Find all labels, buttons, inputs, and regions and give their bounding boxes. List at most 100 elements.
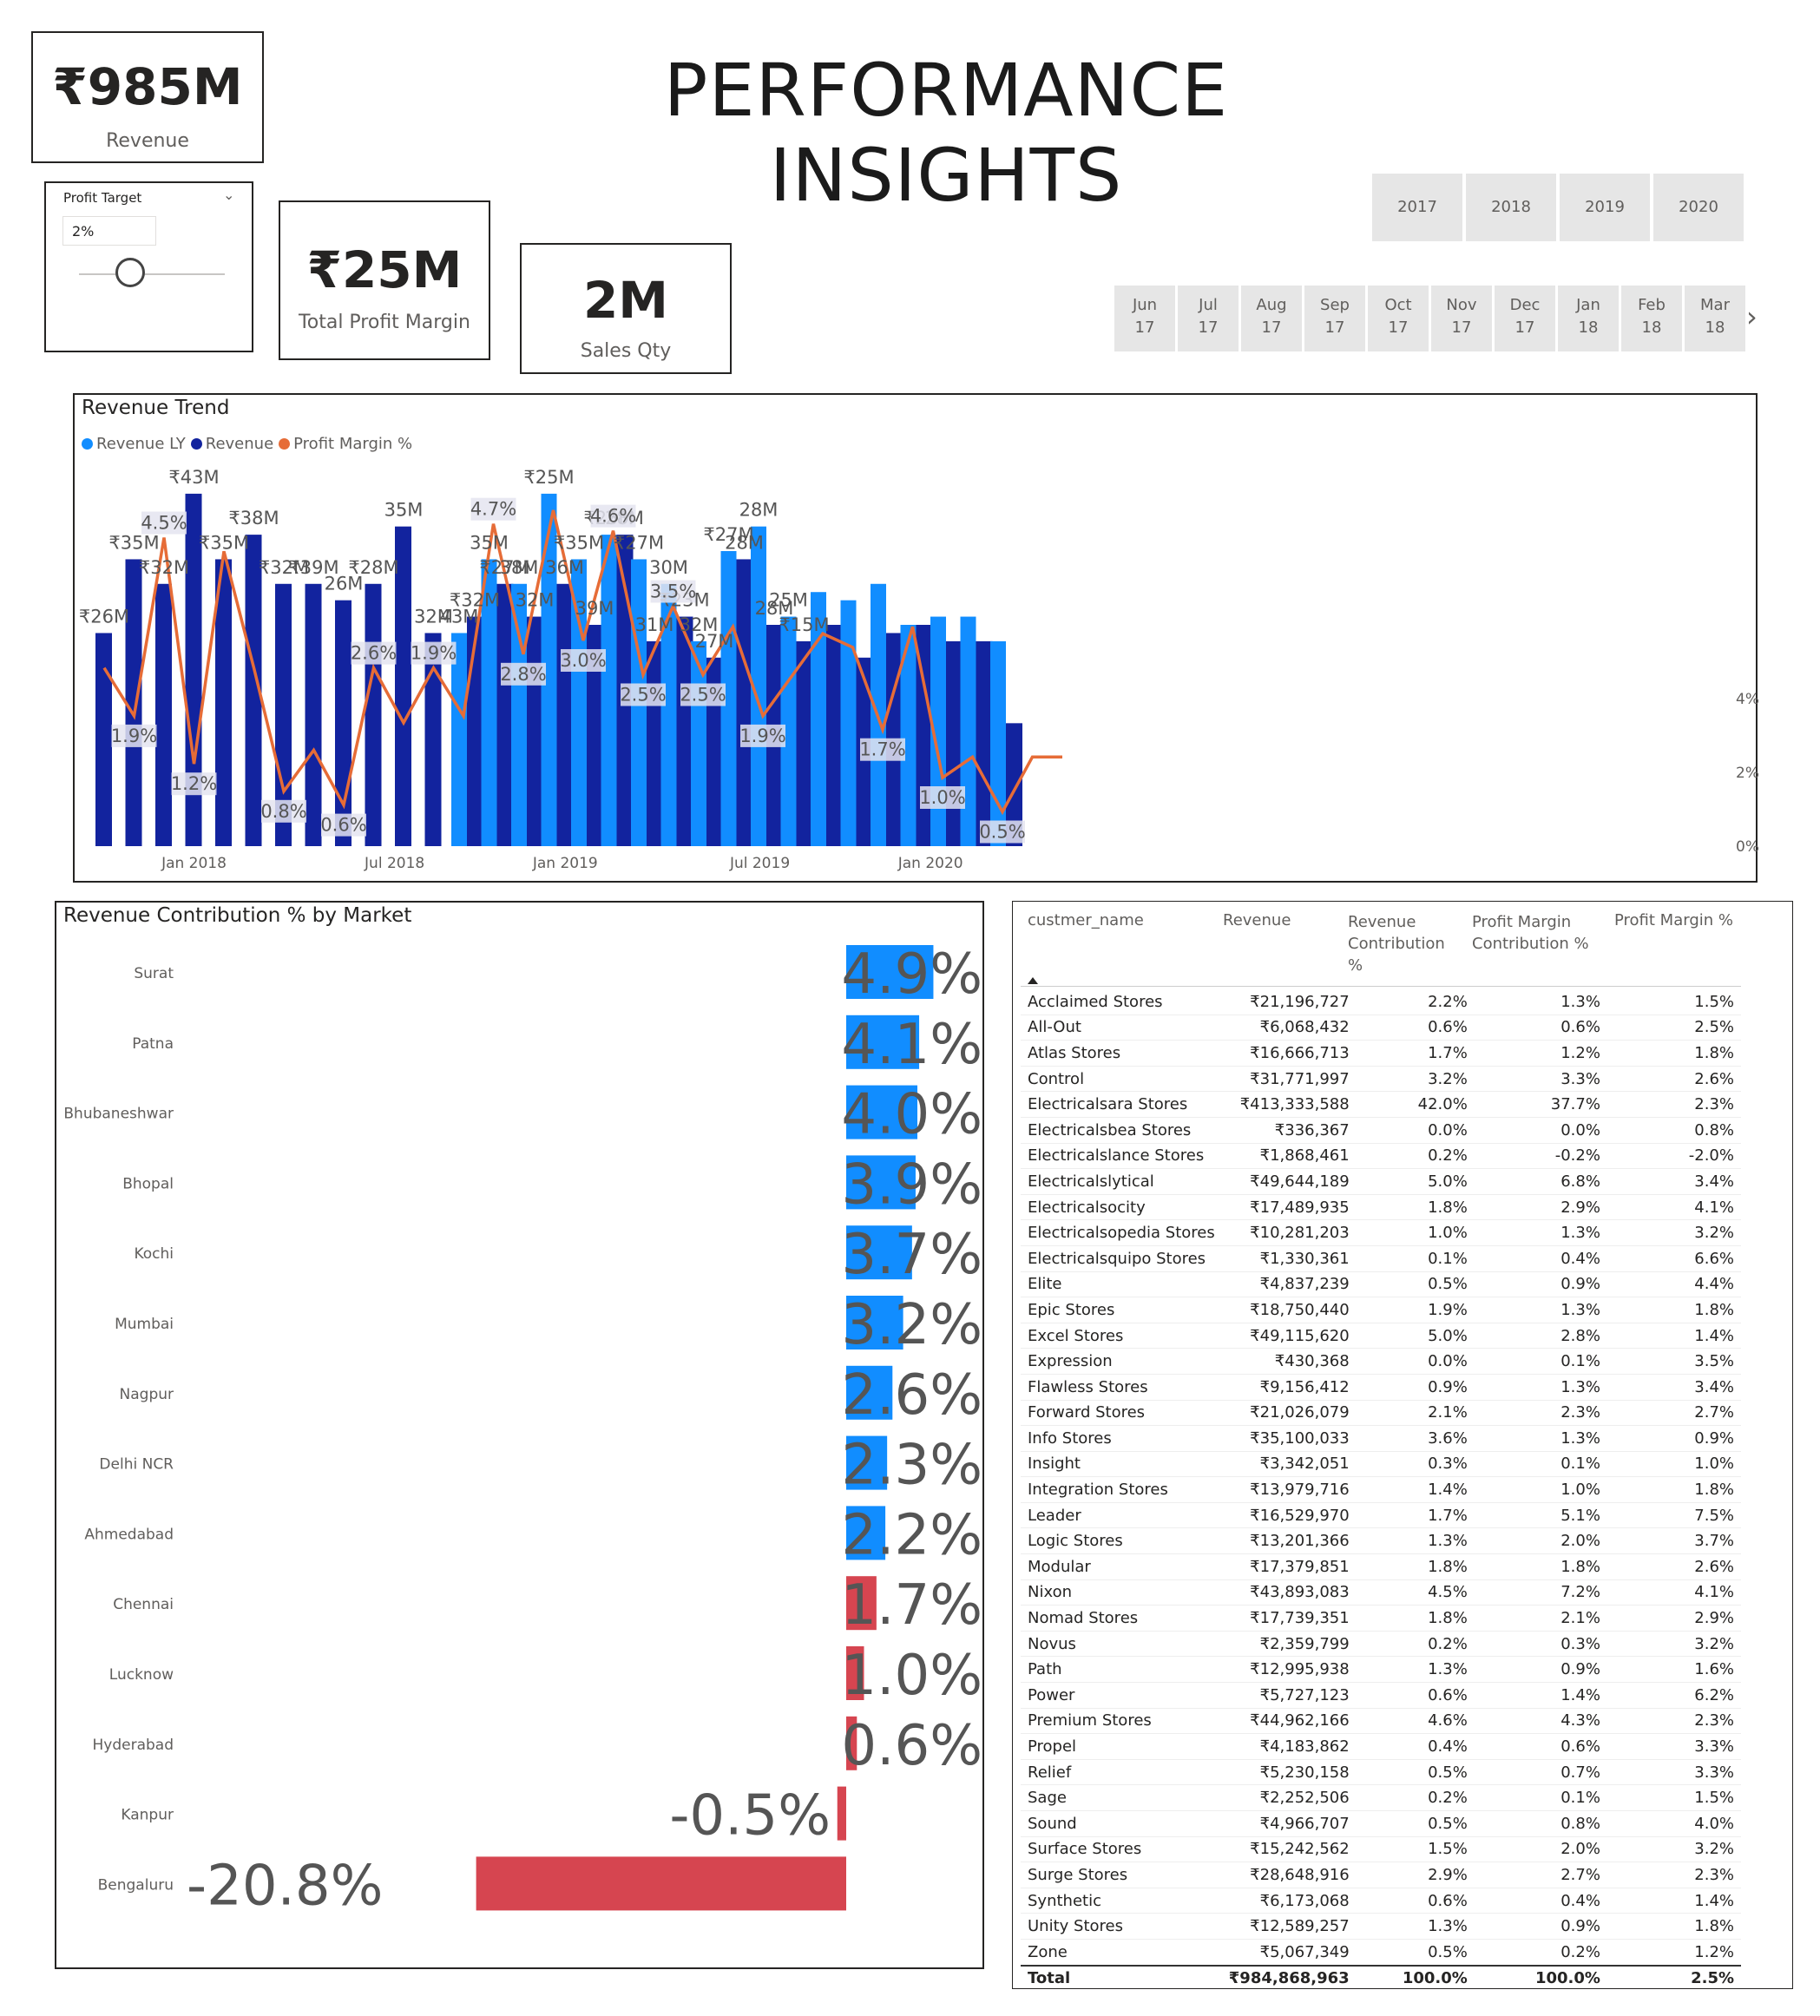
value-cell: ₹4,966,707 xyxy=(1221,1810,1357,1837)
revenue-bar[interactable] xyxy=(365,583,382,846)
market-label: Nagpur xyxy=(120,1386,174,1403)
header-customer[interactable]: custmer_name xyxy=(1028,911,1144,929)
table-row[interactable]: Forward Stores ₹21,026,079 2.1% 2.3% 2.7% xyxy=(1021,1400,1741,1427)
value-cell: 2.5% xyxy=(1606,1964,1741,1992)
revenue-ly-bar[interactable] xyxy=(960,616,976,846)
bar-data-label: ₹27M xyxy=(614,532,664,553)
table-row[interactable]: Unity Stores ₹12,589,257 1.3% 0.9% 1.8% xyxy=(1021,1913,1741,1940)
table-row[interactable]: Electricalsocity ₹17,489,935 1.8% 2.9% 4.1% xyxy=(1021,1194,1741,1221)
revenue-bar[interactable] xyxy=(125,559,142,846)
table-row[interactable]: Control ₹31,771,997 3.2% 3.3% 2.6% xyxy=(1021,1066,1741,1093)
table-row[interactable]: Electricalslytical ₹49,644,189 5.0% 6.8% 3.4… xyxy=(1021,1168,1741,1195)
table-row[interactable]: Zone ₹5,067,349 0.5% 0.2% 1.2% xyxy=(1021,1939,1741,1967)
table-row[interactable]: Atlas Stores ₹16,666,713 1.7% 1.2% 1.8% xyxy=(1021,1040,1741,1067)
revenue-bar[interactable] xyxy=(647,640,663,846)
table-row[interactable]: Leader ₹16,529,970 1.7% 5.1% 7.5% xyxy=(1021,1502,1741,1529)
revenue-bar[interactable] xyxy=(335,600,352,846)
customer-name-cell: Nomad Stores xyxy=(1021,1605,1222,1632)
revenue-bar[interactable] xyxy=(556,583,574,846)
bar-data-label: 31M xyxy=(635,614,674,635)
table-row[interactable]: Nomad Stores ₹17,739,351 1.8% 2.1% 2.9% xyxy=(1021,1605,1741,1632)
revenue-ly-bar[interactable] xyxy=(601,535,617,846)
table-row[interactable]: Propel ₹4,183,862 0.4% 0.6% 3.3% xyxy=(1021,1733,1741,1760)
value-cell: 0.1% xyxy=(1474,1348,1607,1375)
revenue-bar[interactable] xyxy=(424,633,442,846)
x-tick-label: Jan 2019 xyxy=(532,855,598,872)
table-row[interactable]: Sound ₹4,966,707 0.5% 0.8% 4.0% xyxy=(1021,1810,1741,1837)
value-cell: 6.8% xyxy=(1474,1168,1607,1195)
table-row[interactable]: Elite ₹4,837,239 0.5% 0.9% 4.4% xyxy=(1021,1271,1741,1298)
x-tick-label: Jan 2018 xyxy=(161,855,227,872)
table-row[interactable]: Epic Stores ₹18,750,440 1.9% 1.3% 1.8% xyxy=(1021,1297,1741,1323)
revenue-ly-bar[interactable] xyxy=(990,640,1006,846)
market-value-label: 2.6% xyxy=(841,1363,982,1428)
revenue-ly-bar[interactable] xyxy=(451,633,467,846)
y2-tick-label: 4% xyxy=(1736,691,1759,708)
table-row[interactable]: Expression ₹430,368 0.0% 0.1% 3.5% xyxy=(1021,1348,1741,1375)
revenue-ly-bar[interactable] xyxy=(511,583,527,846)
revenue-ly-bar[interactable] xyxy=(840,600,857,846)
header-revenue-contribution[interactable]: Revenue Contribution % xyxy=(1348,911,1461,976)
revenue-bar[interactable] xyxy=(527,616,543,846)
market-value-label: 1.0% xyxy=(841,1644,982,1708)
sort-asc-icon[interactable] xyxy=(1028,977,1038,984)
market-value-label: 3.2% xyxy=(841,1293,982,1357)
line-data-label: 0.6% xyxy=(320,815,366,836)
table-row[interactable]: Power ₹5,727,123 0.6% 1.4% 6.2% xyxy=(1021,1682,1741,1709)
table-row[interactable]: Modular ₹17,379,851 1.8% 1.8% 2.6% xyxy=(1021,1553,1741,1580)
value-cell: 1.4% xyxy=(1606,1888,1741,1914)
table-row[interactable]: All-Out ₹6,068,432 0.6% 0.6% 2.5% xyxy=(1021,1015,1741,1041)
table-row[interactable]: Info Stores ₹35,100,033 3.6% 1.3% 0.9% xyxy=(1021,1425,1741,1452)
revenue-bar[interactable] xyxy=(467,616,483,846)
table-row[interactable]: Electricalsquipo Stores ₹1,330,361 0.1% 0.4… xyxy=(1021,1245,1741,1272)
table-row[interactable]: Excel Stores ₹49,115,620 5.0% 2.8% 1.4% xyxy=(1021,1323,1741,1349)
market-label: Hyderabad xyxy=(93,1737,174,1754)
table-row[interactable]: Surface Stores ₹15,242,562 1.5% 2.0% 3.2% xyxy=(1021,1836,1741,1863)
customer-name-cell: Integration Stores xyxy=(1021,1476,1222,1503)
value-cell: 0.9% xyxy=(1474,1913,1607,1940)
table-row[interactable]: Premium Stores ₹44,962,166 4.6% 4.3% 2.3% xyxy=(1021,1708,1741,1735)
revenue-bar[interactable] xyxy=(676,616,693,846)
table-row[interactable]: Electricalslance Stores ₹1,868,461 0.2% -0.… xyxy=(1021,1143,1741,1170)
revenue-bar[interactable] xyxy=(946,640,963,846)
header-profit-contribution[interactable]: Profit Margin Contribution % xyxy=(1472,911,1602,955)
table-row[interactable]: Nixon ₹43,893,083 4.5% 7.2% 4.1% xyxy=(1021,1579,1741,1606)
table-row[interactable]: Synthetic ₹6,173,068 0.6% 0.4% 1.4% xyxy=(1021,1888,1741,1914)
value-cell: 1.8% xyxy=(1606,1040,1741,1067)
revenue-bar[interactable] xyxy=(826,625,843,846)
revenue-bar[interactable] xyxy=(796,640,813,846)
table-row[interactable]: Novus ₹2,359,799 0.2% 0.3% 3.2% xyxy=(1021,1631,1741,1658)
table-row[interactable]: Electricalsopedia Stores ₹10,281,203 1.0% 1… xyxy=(1021,1219,1741,1246)
table-row[interactable]: Logic Stores ₹13,201,366 1.3% 2.0% 3.7% xyxy=(1021,1527,1741,1555)
table-row[interactable]: Integration Stores ₹13,979,716 1.4% 1.0% 1.8… xyxy=(1021,1476,1741,1503)
value-cell: 2.0% xyxy=(1474,1527,1607,1555)
y2-tick-label: 0% xyxy=(1736,838,1759,856)
value-cell: 0.1% xyxy=(1356,1245,1475,1272)
value-cell: ₹5,230,158 xyxy=(1221,1759,1357,1786)
table-row[interactable]: Acclaimed Stores ₹21,196,727 2.2% 1.3% 1.5% xyxy=(1021,989,1741,1015)
header-revenue[interactable]: Revenue xyxy=(1223,911,1291,929)
bar-data-label: 28M xyxy=(725,532,764,553)
table-row[interactable]: Electricalsbea Stores ₹336,367 0.0% 0.0% 0.8… xyxy=(1021,1117,1741,1144)
header-profit-margin[interactable]: Profit Margin % xyxy=(1614,911,1733,929)
value-cell: 42.0% xyxy=(1356,1091,1475,1118)
revenue-bar[interactable] xyxy=(95,633,112,846)
market-bar[interactable] xyxy=(837,1786,846,1841)
revenue-bar[interactable] xyxy=(496,583,514,846)
value-cell: 1.5% xyxy=(1606,1784,1741,1811)
table-row[interactable]: Electricalsara Stores ₹413,333,588 42.0% 37… xyxy=(1021,1091,1741,1118)
table-row[interactable]: Path ₹12,995,938 1.3% 0.9% 1.6% xyxy=(1021,1656,1741,1684)
table-row[interactable]: Insight ₹3,342,051 0.3% 0.1% 1.0% xyxy=(1021,1451,1741,1478)
table-row[interactable]: Sage ₹2,252,506 0.2% 0.1% 1.5% xyxy=(1021,1784,1741,1811)
value-cell: 0.6% xyxy=(1474,1015,1607,1041)
revenue-bar[interactable] xyxy=(155,583,172,846)
table-row[interactable]: Relief ₹5,230,158 0.5% 0.7% 3.3% xyxy=(1021,1759,1741,1786)
revenue-bar[interactable] xyxy=(976,640,993,846)
table-row[interactable]: Flawless Stores ₹9,156,412 0.9% 1.3% 3.4% xyxy=(1021,1374,1741,1401)
value-cell: ₹1,868,461 xyxy=(1221,1143,1357,1170)
revenue-bar[interactable] xyxy=(736,559,753,846)
market-bar[interactable] xyxy=(476,1856,846,1911)
value-cell: 3.5% xyxy=(1606,1348,1741,1375)
table-row[interactable]: Surge Stores ₹28,648,916 2.9% 2.7% 2.3% xyxy=(1021,1862,1741,1888)
revenue-bar[interactable] xyxy=(305,583,322,846)
